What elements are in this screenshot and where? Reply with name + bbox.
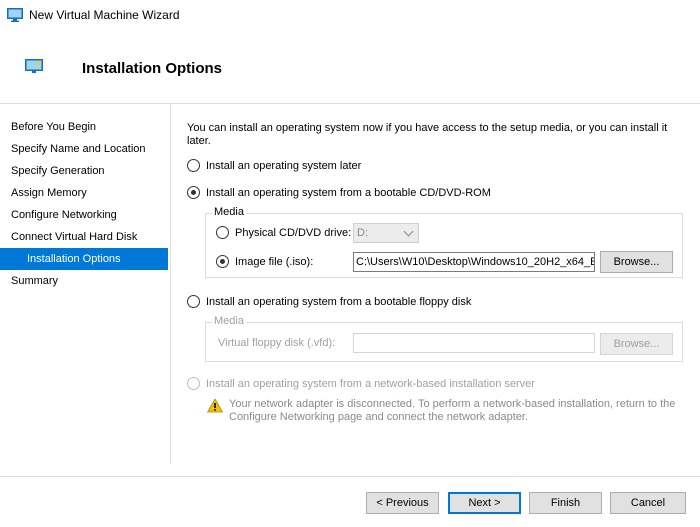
sidebar-item-before-you-begin[interactable]: Before You Begin [0, 116, 170, 138]
cd-media-group-label: Media [212, 206, 246, 218]
option-physical-drive[interactable]: Physical CD/DVD drive: [216, 226, 351, 239]
physical-drive-label: Physical CD/DVD drive: [235, 226, 352, 239]
drive-select-value: D: [357, 227, 368, 239]
sidebar-item-installation-options[interactable]: Installation Options [0, 248, 168, 270]
sidebar-item-summary[interactable]: Summary [0, 270, 170, 292]
next-button[interactable]: Next > [448, 492, 521, 514]
browse-iso-button[interactable]: Browse... [600, 251, 673, 273]
radio-install-from-cd[interactable] [187, 186, 200, 199]
option-install-from-floppy[interactable]: Install an operating system from a boota… [187, 295, 471, 308]
radio-install-later[interactable] [187, 159, 200, 172]
wizard-header: Installation Options [0, 30, 700, 104]
option-install-later-label: Install an operating system later [206, 159, 362, 172]
floppy-media-group-label: Media [212, 315, 246, 327]
installation-options-panel: You can install an operating system now … [171, 104, 700, 476]
sidebar-item-configure-networking[interactable]: Configure Networking [0, 204, 170, 226]
chevron-down-icon [403, 226, 414, 237]
sidebar-item-assign-memory[interactable]: Assign Memory [0, 182, 170, 204]
option-install-from-floppy-label: Install an operating system from a boota… [206, 295, 472, 308]
window-title: New Virtual Machine Wizard [29, 8, 180, 22]
browse-vfd-button[interactable]: Browse... [600, 333, 673, 355]
network-warning: Your network adapter is disconnected. To… [206, 398, 689, 424]
option-image-file[interactable]: Image file (.iso): [216, 255, 313, 268]
sidebar-item-connect-virtual-hard-disk[interactable]: Connect Virtual Hard Disk [0, 226, 170, 248]
page-title: Installation Options [82, 60, 223, 77]
sidebar-item-specify-name-and-location[interactable]: Specify Name and Location [0, 138, 170, 160]
radio-install-from-floppy[interactable] [187, 295, 200, 308]
virtual-machine-icon [25, 59, 43, 73]
image-path-input[interactable]: C:\Users\W10\Desktop\Windows10_20H2_x64_… [353, 252, 595, 272]
radio-physical-drive[interactable] [216, 226, 229, 239]
finish-button[interactable]: Finish [529, 492, 602, 514]
image-file-label: Image file (.iso): [235, 255, 314, 268]
title-bar: New Virtual Machine Wizard [0, 0, 700, 30]
wizard-steps-sidebar: Before You Begin Specify Name and Locati… [0, 104, 171, 464]
drive-select[interactable]: D: [353, 223, 419, 243]
previous-button[interactable]: < Previous [366, 492, 439, 514]
cancel-button[interactable]: Cancel [610, 492, 686, 514]
warning-icon [206, 398, 224, 413]
network-warning-text: Your network adapter is disconnected. To… [229, 398, 676, 423]
vfd-path-input[interactable] [353, 333, 595, 353]
virtual-machine-icon [7, 8, 23, 22]
option-install-from-network-label: Install an operating system from a netwo… [206, 377, 535, 390]
option-install-later[interactable]: Install an operating system later [187, 159, 361, 172]
wizard-footer: < Previous Next > Finish Cancel [0, 476, 700, 527]
sidebar-item-specify-generation[interactable]: Specify Generation [0, 160, 170, 182]
radio-image-file[interactable] [216, 255, 229, 268]
option-install-from-network[interactable]: Install an operating system from a netwo… [187, 377, 535, 390]
option-install-from-cd[interactable]: Install an operating system from a boota… [187, 186, 491, 199]
intro-text: You can install an operating system now … [187, 122, 668, 147]
vfd-label: Virtual floppy disk (.vfd): [218, 337, 336, 349]
radio-install-from-network[interactable] [187, 377, 200, 390]
option-install-from-cd-label: Install an operating system from a boota… [206, 186, 491, 199]
